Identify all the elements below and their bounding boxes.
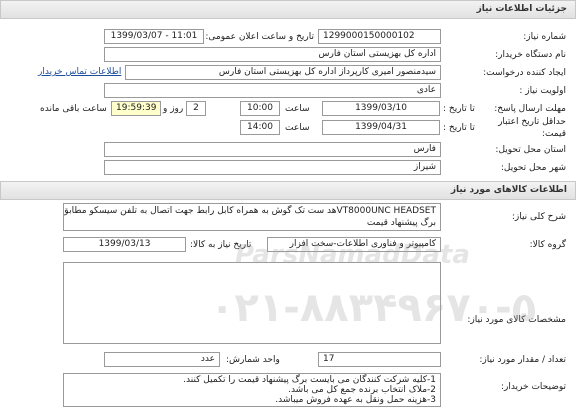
validity-time-label: ساعت: [285, 123, 310, 133]
buyer-notes-field[interactable]: 1-کلیه شرکت کنندگان می بایست برگ پیشنهاد…: [63, 373, 441, 407]
deadline-label: مهلت ارسال پاسخ:: [494, 104, 566, 114]
deadline-until-label: تا تاریخ :: [443, 104, 475, 114]
announce-datetime-field[interactable]: 1399/03/07 - 11:01: [104, 29, 204, 44]
need-date-label: تاریخ نیاز به کالا:: [190, 240, 252, 250]
city-field[interactable]: شیراز: [104, 160, 441, 175]
buyer-notes-label: توضیحات خریدار:: [500, 382, 566, 392]
unit-field[interactable]: عدد: [104, 352, 220, 367]
need-number-label: شماره نیاز:: [523, 32, 566, 42]
days-label: روز و: [163, 104, 184, 114]
description-label: شرح کلی نیاز:: [511, 212, 566, 222]
note-line-1: 1-کلیه شرکت کنندگان می بایست برگ پیشنهاد…: [183, 375, 436, 385]
validity-label-line2: قیمت:: [541, 129, 566, 139]
note-line-3: 3-هزینه حمل ونقل به عهده فروش میباشد.: [275, 395, 436, 405]
days-remaining-field[interactable]: 2: [186, 101, 206, 116]
note-line-2: 2-ملاک انتخاب برنده جمع کل می باشد.: [288, 385, 436, 395]
description-field[interactable]: VT8000UNC HEADSETهد ست تک گوش به همراه ک…: [63, 203, 441, 231]
page-header: جزئیات اطلاعات نیاز: [0, 0, 576, 19]
buyer-contact-link[interactable]: اطلاعات تماس خریدار: [38, 65, 121, 79]
goods-section-title: اطلاعات کالاهای مورد نیاز: [450, 185, 567, 195]
creator-label: ایجاد کننده درخواست:: [483, 68, 566, 78]
goods-group-field[interactable]: کامپیوتر و فناوری اطلاعات-سخت افزار: [267, 237, 441, 252]
announce-datetime-label: تاریخ و ساعت اعلان عمومی:: [205, 32, 314, 42]
deadline-time-field[interactable]: 10:00: [240, 101, 280, 116]
quantity-field[interactable]: 17: [318, 352, 441, 367]
remaining-time-label: ساعت باقی مانده: [40, 104, 107, 114]
specs-label: مشخصات کالای مورد نیاز:: [467, 315, 566, 325]
province-field[interactable]: فارس: [104, 142, 441, 157]
creator-field[interactable]: سیدمنصور امیری کارپرداز اداره کل بهزیستی…: [125, 65, 441, 80]
validity-until-label: تا تاریخ :: [443, 123, 475, 133]
province-label: استان محل تحویل:: [495, 145, 566, 155]
goods-section-header: اطلاعات کالاهای مورد نیاز: [0, 181, 576, 200]
goods-group-label: گروه کالا:: [529, 240, 566, 250]
need-number-field[interactable]: 1299000150000102: [318, 29, 441, 44]
description-line-1: VT8000UNC HEADSETهد ست تک گوش به همراه ک…: [63, 206, 436, 216]
page-title: جزئیات اطلاعات نیاز: [476, 4, 567, 14]
validity-date-field[interactable]: 1399/04/31: [322, 120, 440, 135]
buyer-org-field[interactable]: اداره کل بهزیستی استان فارس: [104, 47, 441, 62]
specs-area[interactable]: [63, 262, 441, 344]
priority-label: اولویت نیاز :: [519, 86, 566, 96]
description-line-2: برگ پیشنهاد قیمت: [366, 218, 436, 228]
validity-time-field[interactable]: 14:00: [240, 120, 280, 135]
city-label: شهر محل تحویل:: [500, 163, 566, 173]
need-date-field[interactable]: 1399/03/13: [63, 237, 186, 252]
unit-label: واحد شمارش:: [226, 355, 280, 365]
buyer-org-label: نام دستگاه خریدار:: [495, 50, 566, 60]
deadline-date-field[interactable]: 1399/03/10: [322, 101, 440, 116]
remaining-time-field[interactable]: 19:59:39: [111, 101, 161, 116]
deadline-time-label: ساعت: [285, 104, 310, 114]
priority-field[interactable]: عادی: [104, 83, 441, 98]
quantity-label: تعداد / مقدار مورد نیاز:: [479, 355, 566, 365]
